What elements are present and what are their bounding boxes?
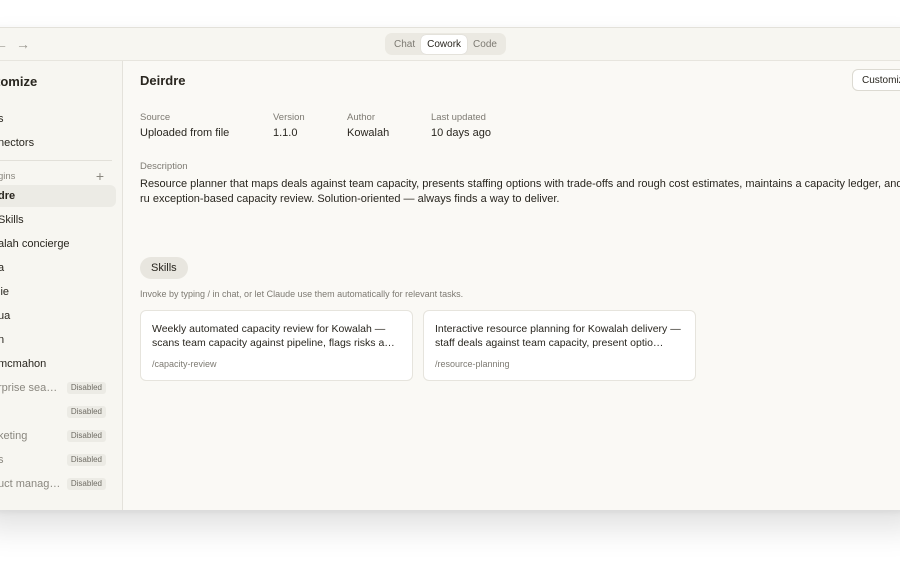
sidebar-title: tomize: [0, 74, 38, 89]
plugin-item[interactable]: rprise sea… Disabled: [0, 377, 116, 399]
description-text: Resource planner that maps deals against…: [140, 178, 900, 205]
plugin-name: s: [0, 454, 4, 466]
meta-label-updated: Last updated: [431, 112, 486, 123]
skill-card-capacity-review[interactable]: Weekly automated capacity review for Kow…: [140, 310, 413, 381]
status-badge: Disabled: [66, 406, 106, 418]
customize-button[interactable]: Customize: [852, 69, 900, 91]
meta-label-source: Source: [140, 112, 171, 123]
arrow-left-icon[interactable]: ←: [0, 36, 8, 52]
skills-tab[interactable]: Skills: [140, 257, 188, 279]
plugin-name: a: [0, 262, 4, 274]
tab-cowork[interactable]: Cowork: [421, 34, 468, 54]
titlebar: ← → Chat Cowork Code: [0, 28, 900, 61]
skill-description: Weekly automated capacity review for Kow…: [152, 323, 395, 349]
plugin-name: keting: [0, 430, 28, 442]
plugin-item[interactable]: alah concierge: [0, 233, 116, 255]
plugin-item[interactable]: uct manag… Disabled: [0, 473, 116, 495]
meta-label-author: Author: [347, 112, 375, 123]
mode-switcher: Chat Cowork Code: [385, 33, 506, 55]
sidebar-link-connectors[interactable]: nectors: [0, 137, 34, 149]
sidebar: tomize s nectors gins + dre Skills alah …: [0, 61, 123, 510]
plugins-header-label: gins: [0, 171, 16, 182]
plugin-name: n: [0, 334, 4, 346]
skill-command: /resource-planning: [435, 359, 510, 369]
meta-value-author: Kowalah: [347, 127, 390, 139]
status-badge: Disabled: [66, 382, 106, 394]
status-badge: Disabled: [66, 430, 106, 442]
plugin-item[interactable]: ua: [0, 305, 116, 327]
plugin-detail: Deirdre Customize Source Uploaded from f…: [123, 61, 900, 510]
plus-icon[interactable]: +: [96, 168, 104, 184]
plugin-item[interactable]: l Disabled: [0, 401, 116, 423]
skill-command: /capacity-review: [152, 359, 217, 369]
plugin-item[interactable]: n: [0, 329, 116, 351]
plugin-item[interactable]: a: [0, 257, 116, 279]
sidebar-divider: [0, 160, 112, 161]
plugin-name: Skills: [0, 214, 24, 226]
meta-label-version: Version: [273, 112, 305, 123]
plugins-header: gins +: [0, 168, 108, 184]
plugin-item[interactable]: dre: [0, 185, 116, 207]
plugin-name: rprise sea…: [0, 382, 58, 394]
plugin-item[interactable]: Skills: [0, 209, 116, 231]
status-badge: Disabled: [66, 478, 106, 490]
skill-description: Interactive resource planning for Kowala…: [435, 323, 681, 349]
app-window: ← → Chat Cowork Code tomize s nectors gi…: [0, 27, 900, 510]
plugin-item[interactable]: lie: [0, 281, 116, 303]
plugin-name: alah concierge: [0, 238, 70, 250]
plugin-name: ua: [0, 310, 11, 322]
plugin-name: lie: [0, 286, 10, 298]
plugin-name: uct manag…: [0, 478, 61, 490]
plugin-item[interactable]: s Disabled: [0, 449, 116, 471]
description-label: Description: [140, 161, 188, 172]
plugin-name: mcmahon: [0, 358, 47, 370]
arrow-right-icon[interactable]: →: [16, 36, 30, 52]
meta-value-updated: 10 days ago: [431, 127, 491, 139]
plugin-name: dre: [0, 190, 16, 202]
page-title: Deirdre: [140, 73, 186, 88]
plugin-item[interactable]: keting Disabled: [0, 425, 116, 447]
meta-value-version: 1.1.0: [273, 127, 298, 139]
tab-chat[interactable]: Chat: [388, 35, 421, 54]
meta-value-source: Uploaded from file: [140, 127, 230, 139]
plugin-item[interactable]: mcmahon: [0, 353, 116, 375]
sidebar-link-skills[interactable]: s: [0, 113, 4, 125]
skills-hint: Invoke by typing / in chat, or let Claud…: [140, 289, 464, 299]
status-badge: Disabled: [66, 454, 106, 466]
skill-card-resource-planning[interactable]: Interactive resource planning for Kowala…: [423, 310, 696, 381]
tab-code[interactable]: Code: [467, 35, 503, 54]
